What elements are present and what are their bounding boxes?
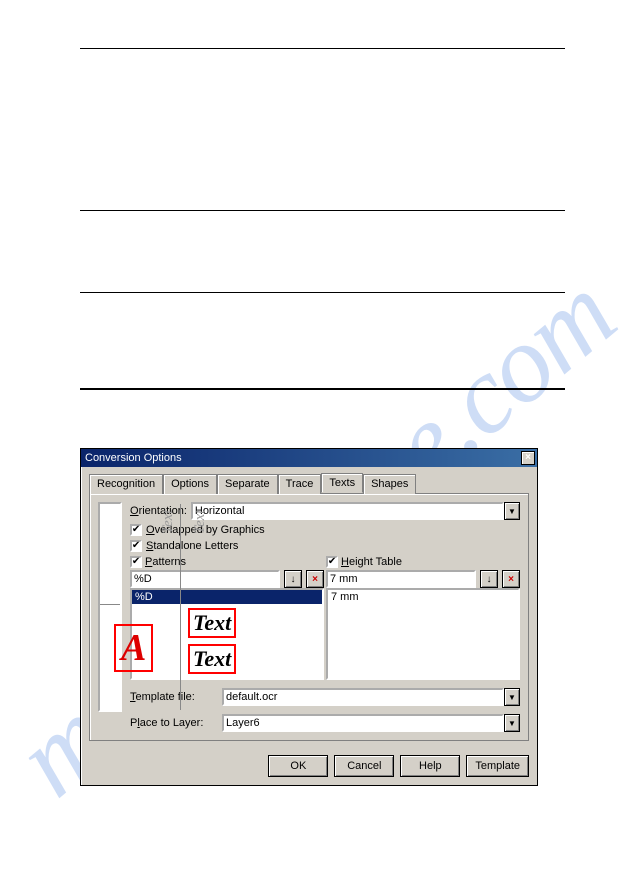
height-list-item[interactable]: 7 mm (328, 590, 518, 604)
tab-separate[interactable]: Separate (217, 474, 278, 494)
place-to-layer-label: Place to Layer: (130, 717, 218, 729)
overlapped-checkbox[interactable]: ✔ (130, 524, 142, 536)
tab-panel-texts: Text Text Text Text A Orientation: ▼ ✔ O… (89, 493, 529, 741)
chevron-down-icon[interactable]: ▼ (504, 688, 520, 706)
preview-letter-box: A (114, 624, 153, 672)
add-height-button[interactable]: ↓ (480, 570, 498, 588)
tab-trace[interactable]: Trace (278, 474, 322, 494)
orientation-select[interactable] (191, 502, 504, 520)
pattern-input[interactable] (130, 570, 280, 588)
template-file-label: Template file: (130, 691, 218, 703)
tab-shapes[interactable]: Shapes (363, 474, 416, 494)
tab-strip: Recognition Options Separate Trace Texts… (89, 473, 529, 493)
preview-text-box-1: Text (188, 608, 236, 638)
patterns-checkbox[interactable]: ✔ (130, 556, 142, 568)
template-button[interactable]: Template (466, 755, 529, 777)
window-title: Conversion Options (85, 452, 182, 464)
height-input[interactable] (326, 570, 476, 588)
height-table-checkbox[interactable]: ✔ (326, 556, 338, 568)
height-list[interactable]: 7 mm (326, 588, 520, 680)
add-pattern-button[interactable]: ↓ (284, 570, 302, 588)
tab-recognition[interactable]: Recognition (89, 474, 163, 494)
cancel-button[interactable]: Cancel (334, 755, 394, 777)
preview-text-box-2: Text (188, 644, 236, 674)
template-file-select[interactable] (222, 688, 504, 706)
standalone-checkbox[interactable]: ✔ (130, 540, 142, 552)
height-table-label: Height Table (341, 556, 402, 568)
titlebar[interactable]: Conversion Options × (81, 449, 537, 467)
standalone-label: Standalone Letters (146, 540, 238, 552)
chevron-down-icon[interactable]: ▼ (504, 502, 520, 520)
tab-texts[interactable]: Texts (321, 473, 363, 493)
preview-vertical-text-2: Text (192, 510, 209, 534)
layer-select[interactable] (222, 714, 504, 732)
remove-pattern-button[interactable]: × (306, 570, 324, 588)
ok-button[interactable]: OK (268, 755, 328, 777)
button-bar: OK Cancel Help Template (81, 749, 537, 785)
chevron-down-icon[interactable]: ▼ (504, 714, 520, 732)
remove-height-button[interactable]: × (502, 570, 520, 588)
help-button[interactable]: Help (400, 755, 460, 777)
preview-pane: Text Text Text Text A (98, 502, 122, 712)
pattern-list-item[interactable]: %D (132, 590, 322, 604)
close-icon[interactable]: × (521, 451, 535, 465)
preview-vertical-text-1: Text (160, 510, 177, 534)
conversion-options-dialog: Conversion Options × Recognition Options… (80, 448, 538, 786)
tab-options[interactable]: Options (163, 474, 217, 494)
orientation-label: Orientation: (130, 505, 187, 517)
